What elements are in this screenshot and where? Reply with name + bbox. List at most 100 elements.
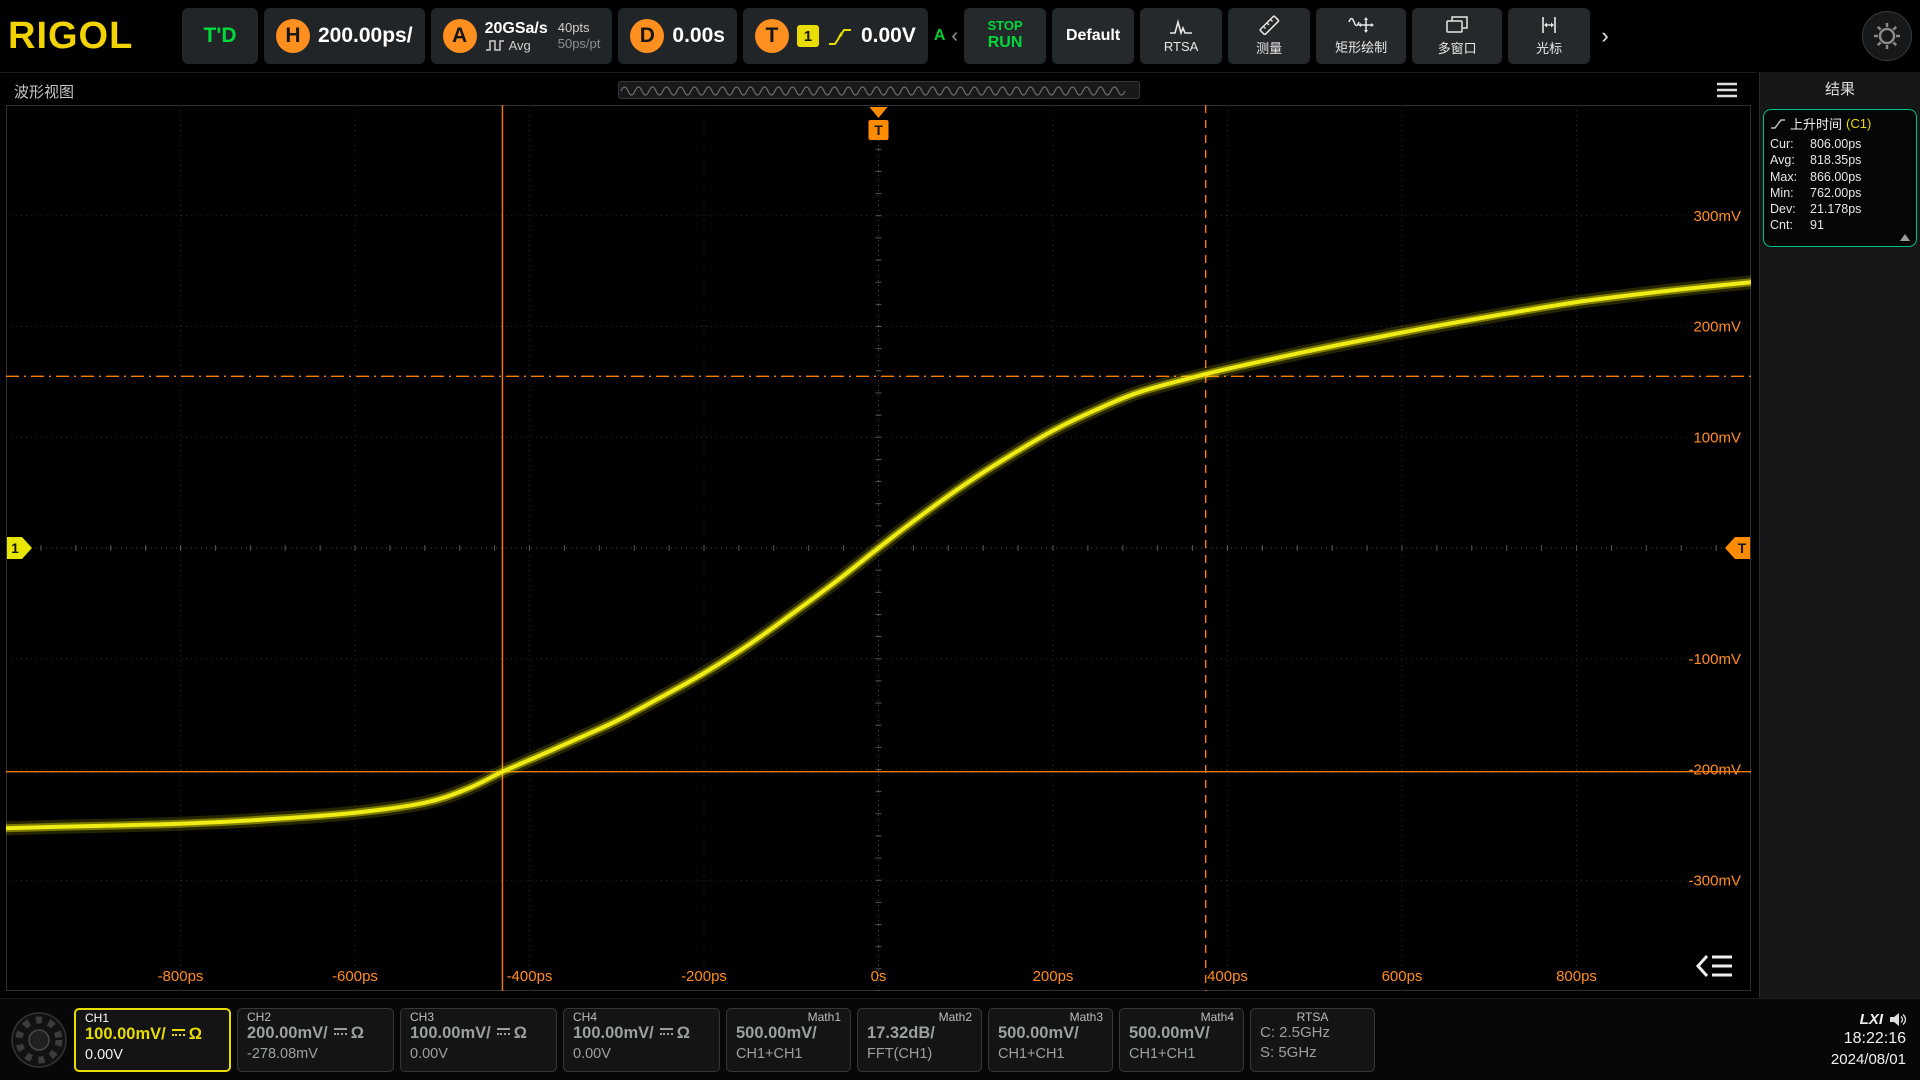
channel-scale: 100.00mV/ xyxy=(410,1024,491,1043)
delay-badge: D xyxy=(630,19,664,53)
channel-box-ch4[interactable]: CH4 100.00mV/Ω 0.00V xyxy=(563,1008,720,1072)
channel-scale-row: 100.00mV/Ω xyxy=(410,1024,547,1043)
clock-block[interactable]: LXI 18:22:16 2024/08/01 xyxy=(1831,1010,1910,1070)
math-box-math3[interactable]: Math3 500.00mV/ CH1+CH1 xyxy=(988,1008,1113,1072)
measurement-card-risetime[interactable]: 上升时间(C1) Cur:806.00ps Avg:818.35ps Max:8… xyxy=(1763,109,1917,247)
measure-button[interactable]: 测量 xyxy=(1228,8,1310,64)
gear-avatar-icon[interactable] xyxy=(1862,11,1912,61)
acquisition-settings[interactable]: A 20GSa/s Avg 40pts 50ps/pt xyxy=(431,8,613,64)
math-tab: Math2 xyxy=(939,1010,972,1024)
horizontal-position-bar[interactable] xyxy=(618,81,1140,99)
row-value: 21.178ps xyxy=(1810,201,1861,217)
svg-text:200mV: 200mV xyxy=(1693,319,1741,336)
cursor-icon xyxy=(1537,15,1561,35)
horizontal-settings[interactable]: H 200.00ps/ xyxy=(264,8,425,64)
collapse-triangle-icon[interactable] xyxy=(1900,234,1910,241)
math-scale: 500.00mV/ xyxy=(736,1024,841,1043)
channel-scale-row: 100.00mV/Ω xyxy=(573,1024,710,1043)
navigation-knob-icon[interactable] xyxy=(10,1011,68,1069)
row-label: Dev: xyxy=(1770,201,1810,217)
math-expression: CH1+CH1 xyxy=(736,1046,841,1062)
results-panel: 结果 上升时间(C1) Cur:806.00ps Avg:818.35ps Ma… xyxy=(1759,72,1920,998)
channel-box-ch1[interactable]: CH1 100.00mV/Ω 0.00V xyxy=(74,1008,231,1072)
math-box-math2[interactable]: Math2 17.32dB/ FFT(CH1) xyxy=(857,1008,982,1072)
channel-scale: 200.00mV/ xyxy=(247,1024,328,1043)
measurement-row: Min:762.00ps xyxy=(1770,185,1910,201)
dc-coupling-icon xyxy=(497,1028,510,1039)
measurement-name: 上升时间 xyxy=(1790,114,1842,133)
rect-draw-icon xyxy=(1348,16,1374,34)
trigger-position-flag[interactable]: T xyxy=(869,107,889,140)
svg-text:-400ps: -400ps xyxy=(507,968,553,985)
ruler-icon xyxy=(1257,15,1281,35)
row-label: Min: xyxy=(1770,185,1810,201)
trigger-status-button[interactable]: T'D xyxy=(182,8,258,64)
channel-box-ch2[interactable]: CH2 200.00mV/Ω -278.08mV xyxy=(237,1008,394,1072)
default-button[interactable]: Default xyxy=(1052,8,1134,64)
rtsa-label: RTSA xyxy=(1164,39,1198,54)
svg-text:800ps: 800ps xyxy=(1556,968,1597,985)
channel-offset: -278.08mV xyxy=(247,1046,384,1062)
trigger-level-marker[interactable]: T xyxy=(1725,537,1750,559)
run-stop-labels: STOP RUN xyxy=(987,19,1022,52)
toolbar-more-arrow[interactable]: › xyxy=(1596,23,1614,49)
measurement-row: Cur:806.00ps xyxy=(1770,136,1910,152)
waveform-plot[interactable]: 300mV200mV100mV-100mV-200mV-300mV-800ps-… xyxy=(6,105,1751,991)
math-expression: CH1+CH1 xyxy=(998,1046,1103,1062)
waveform-menu-icon[interactable] xyxy=(1715,81,1739,104)
lxi-logo: LXI xyxy=(1860,1010,1883,1030)
svg-text:300mV: 300mV xyxy=(1693,208,1741,225)
memory-points: 40pts xyxy=(558,20,601,36)
rect-draw-label: 矩形绘制 xyxy=(1335,37,1387,56)
run-stop-button[interactable]: STOP RUN xyxy=(964,8,1046,64)
rtsa-button[interactable]: RTSA xyxy=(1140,8,1222,64)
rtsa-box[interactable]: RTSA C: 2.5GHz S: 5GHz xyxy=(1250,1008,1375,1072)
trigger-level: 0.00V xyxy=(861,24,916,48)
multi-window-icon xyxy=(1445,15,1469,35)
sample-rate: 20GSa/s xyxy=(485,19,548,38)
dc-coupling-icon xyxy=(334,1028,347,1039)
average-mode-icon xyxy=(485,39,505,52)
trigger-status-label: T'D xyxy=(204,24,237,48)
row-value: 818.35ps xyxy=(1810,152,1861,168)
row-value: 866.00ps xyxy=(1810,169,1861,185)
impedance: Ω xyxy=(351,1024,364,1043)
rect-draw-button[interactable]: 矩形绘制 xyxy=(1316,8,1406,64)
trigger-badge: T xyxy=(755,19,789,53)
dc-coupling-icon xyxy=(660,1028,673,1039)
multi-window-button[interactable]: 多窗口 xyxy=(1412,8,1502,64)
measure-label: 测量 xyxy=(1256,38,1282,57)
ch1-level-marker[interactable]: 1 xyxy=(7,537,32,559)
top-toolbar: RIGOL T'D H 200.00ps/ A 20GSa/s Avg 40pt… xyxy=(0,0,1920,72)
math-box-math4[interactable]: Math4 500.00mV/ CH1+CH1 xyxy=(1119,1008,1244,1072)
measurement-row: Dev:21.178ps xyxy=(1770,201,1910,217)
acquisition-col-2: 40pts 50ps/pt xyxy=(558,20,601,51)
rtsa-tab: RTSA xyxy=(1297,1010,1329,1024)
row-label: Cur: xyxy=(1770,136,1810,152)
trigger-settings[interactable]: T 1 0.00V xyxy=(743,8,928,64)
channel-box-ch3[interactable]: CH3 100.00mV/Ω 0.00V xyxy=(400,1008,557,1072)
svg-text:600ps: 600ps xyxy=(1382,968,1423,985)
gear-icon xyxy=(1872,21,1902,51)
expand-menu-icon[interactable] xyxy=(1695,953,1735,984)
channel-offset: 0.00V xyxy=(410,1046,547,1062)
channel-offset: 0.00V xyxy=(573,1046,710,1062)
math-expression: FFT(CH1) xyxy=(867,1046,972,1062)
delay-value: 0.00s xyxy=(672,24,725,48)
cursor-button[interactable]: 光标 xyxy=(1508,8,1590,64)
waveform-view: 波形视图 300mV200mV100mV-100mV-200mV-300mV-8… xyxy=(0,72,1757,998)
horizontal-badge: H xyxy=(276,19,310,53)
auto-trigger-indicator: A xyxy=(934,27,946,45)
delay-settings[interactable]: D 0.00s xyxy=(618,8,737,64)
math-box-math1[interactable]: Math1 500.00mV/ CH1+CH1 xyxy=(726,1008,851,1072)
rigol-logo: RIGOL xyxy=(8,15,176,58)
cursor-label: 光标 xyxy=(1536,38,1562,57)
svg-text:-800ps: -800ps xyxy=(158,968,204,985)
toolbar-collapse-arrow[interactable]: ‹ xyxy=(951,25,958,48)
speaker-icon xyxy=(1889,1012,1906,1027)
clock-time: 18:22:16 xyxy=(1831,1029,1906,1050)
channel-tab: CH2 xyxy=(247,1010,271,1024)
acquisition-values: 20GSa/s Avg 40pts 50ps/pt xyxy=(485,19,601,54)
multi-window-label: 多窗口 xyxy=(1438,38,1477,57)
time-resolution: 50ps/pt xyxy=(558,36,601,52)
